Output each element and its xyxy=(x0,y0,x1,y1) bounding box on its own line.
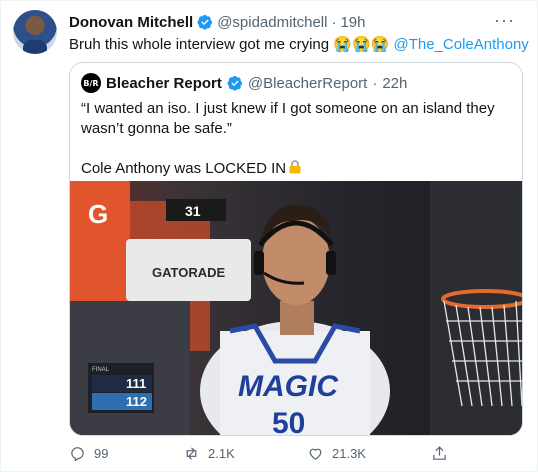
retweet-button[interactable]: 2.1K xyxy=(183,445,235,462)
quoted-separator-dot: · xyxy=(372,74,378,92)
tweet-text-body: Bruh this whole interview got me crying xyxy=(69,36,330,53)
quoted-text-line2: Cole Anthony was LOCKED IN xyxy=(81,160,287,177)
share-icon xyxy=(433,446,446,460)
score-tag: FINAL xyxy=(92,367,110,373)
lock-emoji-icon xyxy=(289,160,301,174)
headset-left xyxy=(254,251,264,275)
reply-count: 99 xyxy=(94,446,109,461)
jersey-team: MAGIC xyxy=(238,370,339,403)
tweet-time[interactable]: 19h xyxy=(340,14,365,31)
quoted-text-line1: “I wanted an iso. I just knew if I got s… xyxy=(81,100,495,137)
gatorade-label: GATORADE xyxy=(152,265,226,280)
quoted-avatar[interactable]: B/R xyxy=(81,73,101,93)
player-neck xyxy=(280,301,314,335)
quoted-verified-badge-icon xyxy=(227,76,242,91)
g-letter: G xyxy=(88,199,108,229)
score-bottom: 112 xyxy=(126,394,147,409)
reply-icon xyxy=(71,447,84,462)
quoted-tweet[interactable]: B/R Bleacher Report @BleacherReport · 22… xyxy=(69,62,523,436)
like-button[interactable]: 21.3K xyxy=(307,445,366,462)
heart-icon xyxy=(309,448,322,460)
quoted-author-name[interactable]: Bleacher Report xyxy=(106,75,222,92)
quoted-text: “I wanted an iso. I just knew if I got s… xyxy=(81,99,511,179)
retweet-icon xyxy=(186,447,197,460)
quoted-header: B/R Bleacher Report @BleacherReport · 22… xyxy=(81,73,407,93)
headset-right xyxy=(326,251,336,275)
author-name[interactable]: Donovan Mitchell xyxy=(69,14,193,31)
action-bar: 99 2.1K 21.3K xyxy=(69,445,523,465)
more-options-icon[interactable]: ··· xyxy=(494,10,515,31)
author-avatar[interactable] xyxy=(13,10,57,54)
like-count: 21.3K xyxy=(332,446,366,461)
quoted-text-line2-wrap: Cole Anthony was LOCKED IN xyxy=(81,159,511,179)
tweet-text: Bruh this whole interview got me crying … xyxy=(69,35,529,55)
verified-badge-icon xyxy=(197,15,213,30)
video-media[interactable]: G GATORADE 31 MAGIC 50 FINAL 111 112 xyxy=(70,181,522,436)
video-frame: G GATORADE 31 MAGIC 50 FINAL 111 112 xyxy=(70,181,522,436)
tweet-header: Donovan Mitchell @spidadmitchell · 19h ·… xyxy=(69,10,521,32)
separator-dot: · xyxy=(331,13,337,31)
quoted-time[interactable]: 22h xyxy=(382,75,407,92)
author-handle[interactable]: @spidadmitchell xyxy=(217,14,327,31)
mention-link[interactable]: @The_ColeAnthony xyxy=(394,36,529,53)
tweet[interactable]: Donovan Mitchell @spidadmitchell · 19h ·… xyxy=(0,0,538,472)
crying-emojis: 😭😭😭 xyxy=(333,36,390,53)
jersey-number: 50 xyxy=(272,407,305,436)
share-button[interactable] xyxy=(431,445,448,462)
score-top: 111 xyxy=(126,376,146,391)
shot-clock-text: 31 xyxy=(185,203,201,219)
quoted-author-handle[interactable]: @BleacherReport xyxy=(248,75,367,92)
reply-button[interactable]: 99 xyxy=(69,445,108,462)
score-overlay: FINAL 111 112 xyxy=(88,363,154,413)
retweet-count: 2.1K xyxy=(208,446,235,461)
